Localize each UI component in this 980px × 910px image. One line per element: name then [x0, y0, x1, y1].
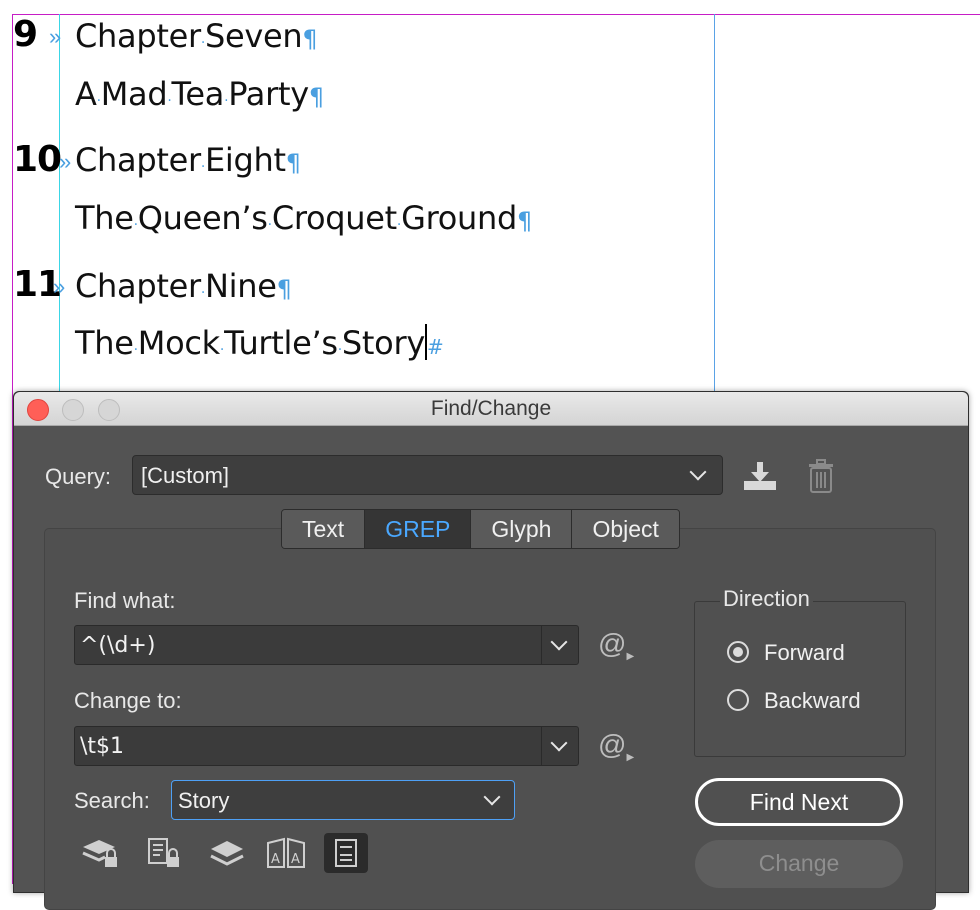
chapter-number: 9 [13, 14, 38, 55]
tab-marker: » [59, 149, 72, 174]
margin-guide-top [12, 14, 980, 15]
backward-label[interactable]: Backward [764, 688, 861, 714]
find-what-field[interactable]: ^(\d+) [74, 625, 579, 665]
chevron-down-icon [483, 788, 501, 806]
dialog-titlebar[interactable]: Find/Change [14, 392, 968, 426]
chevron-down-icon [550, 734, 568, 752]
search-scope-select[interactable]: Story [171, 780, 515, 820]
search-label: Search: [74, 788, 150, 813]
chapter-heading[interactable]: Chapter·Seven¶ [75, 16, 318, 63]
chevron-down-icon [689, 463, 707, 481]
delete-query-icon[interactable] [806, 458, 836, 494]
change-history-dropdown[interactable] [541, 727, 578, 765]
tab-object[interactable]: Object [572, 510, 679, 548]
save-query-icon[interactable] [742, 459, 778, 493]
svg-text:A: A [291, 852, 300, 867]
find-history-dropdown[interactable] [541, 626, 578, 664]
chapter-subtitle[interactable]: The·Queen’s·Croquet·Ground¶ [75, 198, 532, 245]
text-frame-right-edge [714, 14, 715, 394]
hidden-layers-icon[interactable] [205, 833, 249, 873]
change-to-label: Change to: [74, 688, 182, 713]
change-to-field[interactable]: \t$1 [74, 726, 579, 766]
locked-layers-icon[interactable] [79, 833, 123, 873]
query-select[interactable]: [Custom] [132, 455, 723, 495]
dialog-title: Find/Change [430, 397, 552, 420]
find-change-dialog: Find/Change Query: [Custom] Text GREP Gl… [13, 391, 969, 910]
forward-label[interactable]: Forward [764, 640, 845, 666]
find-next-button[interactable]: Find Next [695, 778, 903, 826]
direction-label: Direction [720, 586, 813, 612]
tab-marker: » [53, 274, 66, 299]
chapter-number: 10 [13, 139, 62, 180]
chapter-subtitle[interactable]: The·Mock·Turtle’s·Story # [75, 323, 444, 370]
find-what-label: Find what: [74, 588, 176, 613]
chevron-down-icon [550, 633, 568, 651]
direction-group [694, 601, 906, 757]
tab-marker: » [49, 24, 62, 49]
search-mode-tabs: Text GREP Glyph Object [281, 509, 680, 549]
footnotes-icon[interactable] [324, 833, 368, 873]
master-pages-icon[interactable]: A A [264, 833, 308, 873]
locked-stories-icon[interactable] [143, 833, 187, 873]
chapter-subtitle[interactable]: A·Mad·Tea·Party¶ [75, 74, 324, 121]
tab-grep[interactable]: GREP [365, 510, 472, 548]
tab-text[interactable]: Text [282, 510, 366, 548]
tab-glyph[interactable]: Glyph [471, 510, 573, 548]
forward-radio[interactable] [727, 641, 749, 663]
backward-radio[interactable] [727, 689, 749, 711]
change-special-characters-icon[interactable]: @▶ [598, 729, 634, 763]
change-button[interactable]: Change [695, 840, 903, 888]
query-label: Query: [45, 464, 112, 489]
chapter-heading[interactable]: Chapter·Eight¶ [75, 140, 301, 187]
find-special-characters-icon[interactable]: @▶ [598, 628, 634, 662]
svg-text:A: A [271, 852, 280, 867]
chapter-heading[interactable]: Chapter·Nine¶ [75, 266, 292, 313]
